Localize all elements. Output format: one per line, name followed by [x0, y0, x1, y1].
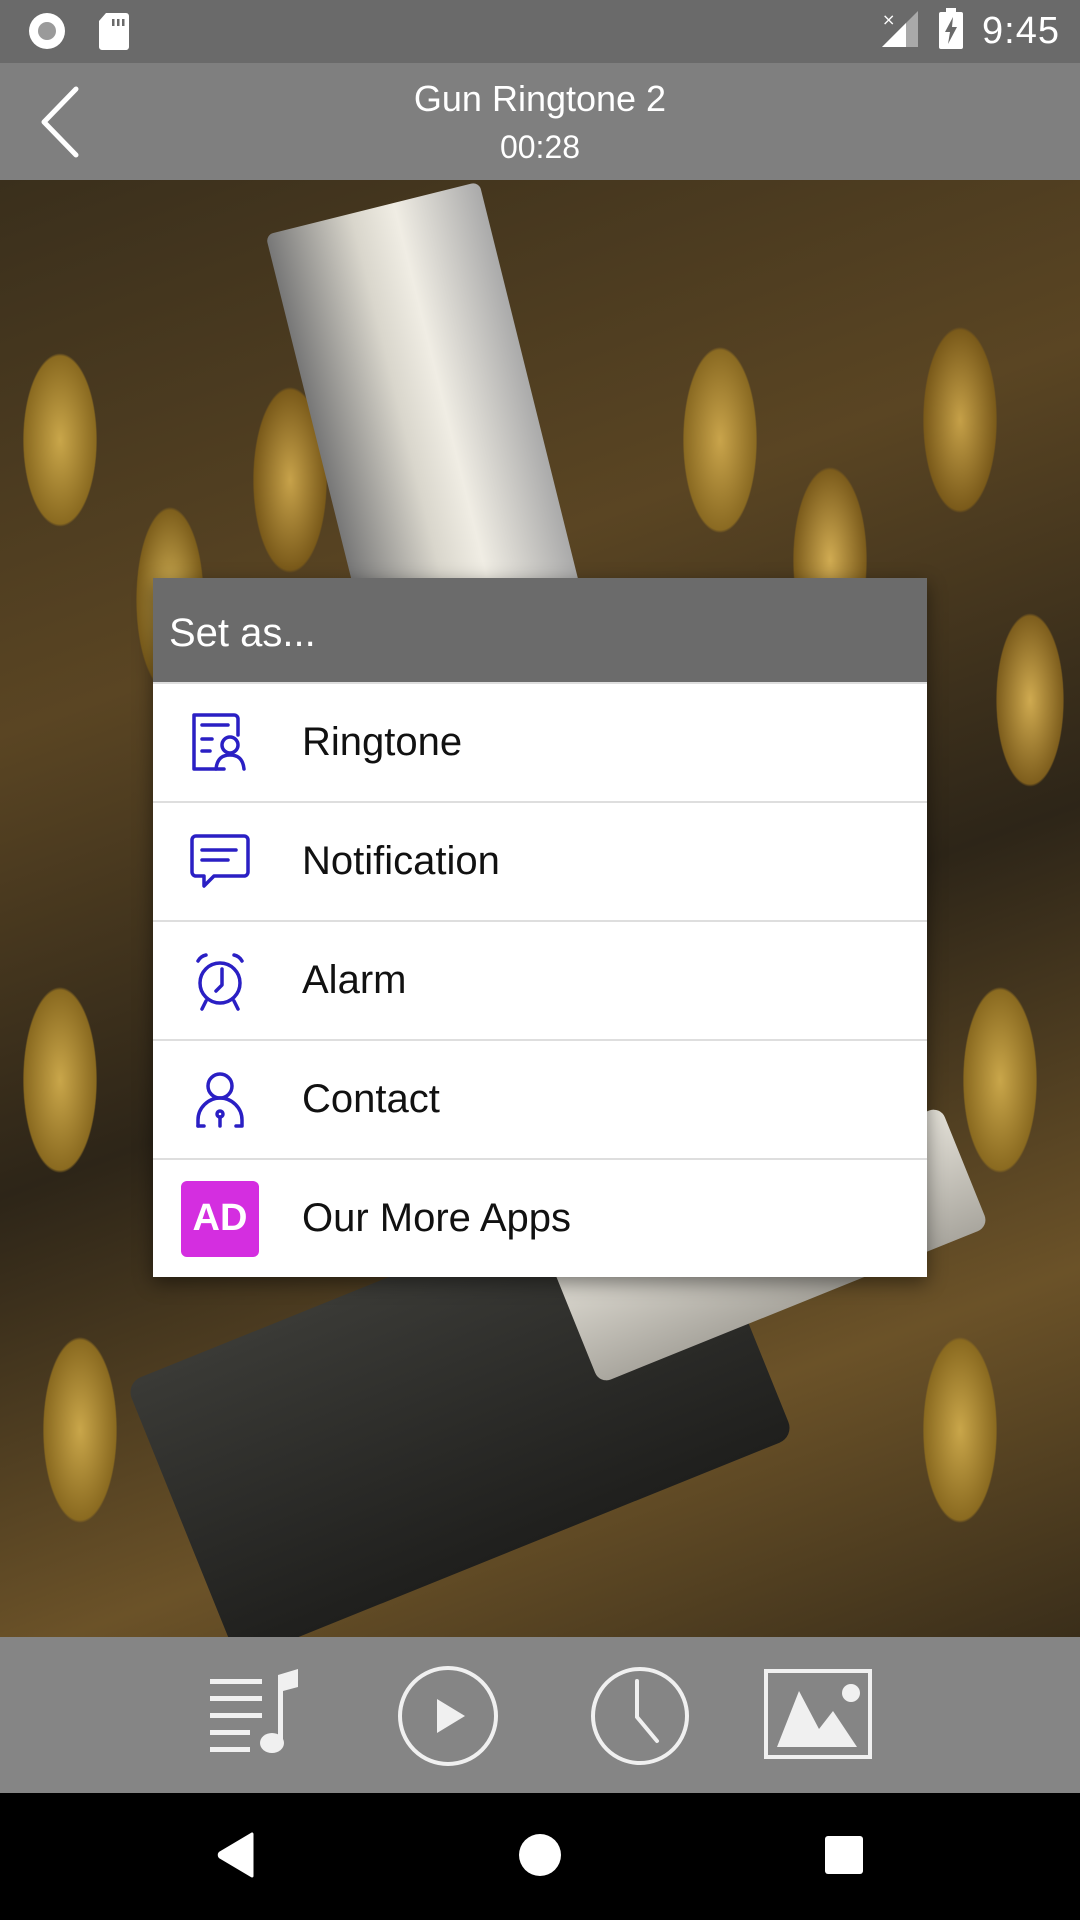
app-bar: Gun Ringtone 2 00:28: [0, 63, 1080, 180]
ringtone-contact-card-icon: [180, 703, 260, 783]
play-circle-icon: [393, 1666, 503, 1775]
ringtone-title: Gun Ringtone 2: [413, 78, 667, 119]
status-time: 9:45: [982, 10, 1060, 52]
playlist-music-icon: [208, 1669, 318, 1775]
set-as-alarm-label: Alarm: [302, 958, 407, 1002]
set-as-ringtone-item[interactable]: Ringtone: [153, 682, 927, 801]
alarm-clock-icon: [180, 941, 260, 1021]
our-more-apps-item[interactable]: AD Our More Apps: [153, 1158, 927, 1277]
playlist-button[interactable]: [208, 1661, 318, 1771]
bottom-toolbar: [0, 1637, 1080, 1793]
set-as-contact-label: Contact: [302, 1077, 440, 1121]
sync-circle-icon: [26, 10, 68, 57]
battery-charging-icon: [938, 8, 964, 55]
image-icon: [763, 1669, 873, 1775]
nav-back-triangle-icon: [214, 1831, 258, 1884]
set-as-alarm-item[interactable]: Alarm: [153, 920, 927, 1039]
message-bubble-icon: [180, 822, 260, 902]
ad-badge: AD: [181, 1180, 259, 1257]
nav-home-button[interactable]: [510, 1827, 570, 1887]
our-more-apps-label: Our More Apps: [302, 1196, 572, 1240]
nav-home-circle-icon: [516, 1831, 564, 1884]
set-as-notification-label: Notification: [302, 839, 500, 883]
set-as-ringtone-label: Ringtone: [302, 720, 463, 764]
nav-recents-square-icon: [822, 1833, 866, 1882]
ringtone-duration: 00:28: [499, 129, 581, 165]
dialog-title: Set as...: [153, 578, 927, 682]
play-button[interactable]: [393, 1661, 503, 1771]
set-as-dialog: Set as... Ringtone Notification Alarm Co…: [153, 578, 927, 1277]
contact-person-icon: [180, 1060, 260, 1140]
signal-no-data-icon: ×: [880, 9, 920, 54]
ad-badge-icon: AD: [180, 1179, 260, 1259]
nav-back-button[interactable]: [206, 1827, 266, 1887]
timer-button[interactable]: [585, 1661, 695, 1771]
status-bar: × 9:45: [0, 0, 1080, 63]
sd-card-icon: [98, 11, 130, 56]
set-as-contact-item[interactable]: Contact: [153, 1039, 927, 1158]
svg-text:×: ×: [882, 10, 895, 29]
clock-icon: [585, 1667, 695, 1775]
system-nav-bar: [0, 1793, 1080, 1920]
set-as-notification-item[interactable]: Notification: [153, 801, 927, 920]
set-wallpaper-button[interactable]: [763, 1661, 873, 1771]
nav-recents-button[interactable]: [814, 1827, 874, 1887]
